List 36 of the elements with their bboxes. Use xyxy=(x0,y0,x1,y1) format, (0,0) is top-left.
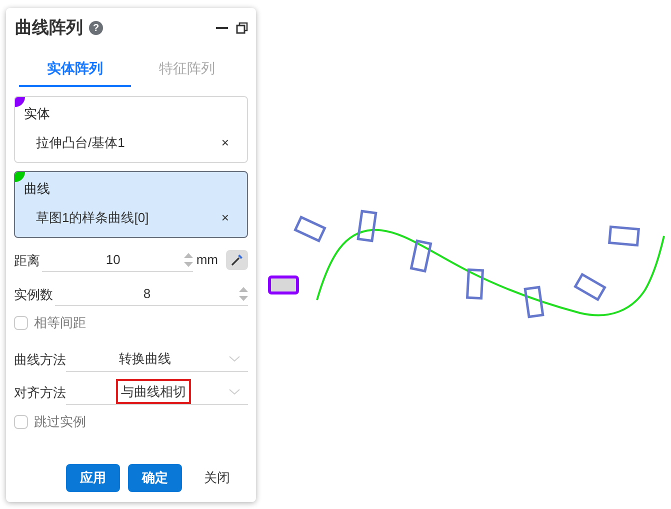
number-field[interactable]: 8 xyxy=(55,282,248,306)
checkbox-label: 相等间距 xyxy=(34,314,86,332)
help-icon[interactable]: ? xyxy=(89,21,103,35)
checkbox[interactable] xyxy=(14,414,28,428)
dropdown-field[interactable]: 与曲线相切 xyxy=(66,379,248,405)
box-label: 实体 xyxy=(24,105,51,123)
restore-icon[interactable] xyxy=(236,22,248,34)
chevron-down-icon xyxy=(229,388,240,394)
minimize-icon[interactable] xyxy=(216,27,228,29)
chevron-down-icon xyxy=(229,356,240,362)
tab[interactable]: 实体阵列 xyxy=(19,58,131,87)
selection-box[interactable]: 曲线 草图1的样条曲线[0] × xyxy=(14,171,248,238)
remove-button[interactable]: × xyxy=(221,208,229,228)
spinner-icon[interactable] xyxy=(239,286,248,300)
selected-item[interactable]: 草图1的样条曲线[0] xyxy=(36,208,222,228)
spinner-icon[interactable] xyxy=(184,252,194,266)
field-label: 距离 xyxy=(14,252,40,270)
selection-box[interactable]: 实体 拉伸凸台/基体1 × xyxy=(14,96,248,163)
dialog-title: 曲线阵列 xyxy=(15,17,83,40)
selected-rectangle xyxy=(268,276,299,294)
dropdown-field[interactable]: 转换曲线 xyxy=(66,346,248,372)
picker-icon xyxy=(231,254,243,266)
checkbox-label: 跳过实例 xyxy=(34,412,86,431)
box-label: 曲线 xyxy=(24,180,51,198)
checkbox[interactable] xyxy=(14,316,28,330)
pick-button[interactable] xyxy=(226,250,248,270)
field-label: 实例数 xyxy=(14,286,53,304)
number-field[interactable]: 10 xyxy=(42,248,194,272)
dialog-button[interactable]: 确定 xyxy=(128,464,182,492)
unit-label: mm xyxy=(196,250,218,268)
field-label: 曲线方法 xyxy=(14,350,66,368)
selected-item[interactable]: 拉伸凸台/基体1 xyxy=(36,133,222,152)
field-label: 对齐方法 xyxy=(14,384,66,402)
remove-button[interactable]: × xyxy=(221,133,229,152)
highlighted-value: 与曲线相切 xyxy=(116,378,191,404)
dialog-button[interactable]: 应用 xyxy=(66,464,120,492)
